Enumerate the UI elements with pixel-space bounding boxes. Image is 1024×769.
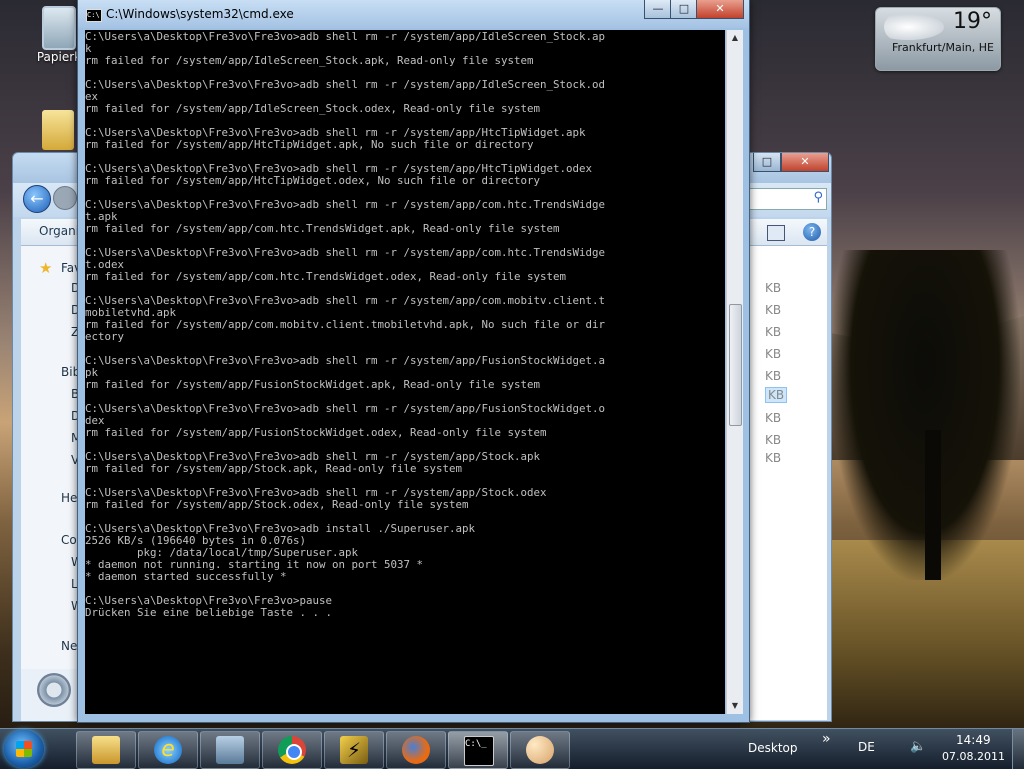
file-size: KB <box>765 433 782 447</box>
gear-icon <box>37 673 71 707</box>
weather-temperature: 19° <box>953 9 992 34</box>
file-size: KB <box>765 451 782 465</box>
file-size-selected: KB <box>765 387 788 403</box>
taskbar-explorer-button[interactable] <box>76 731 136 769</box>
scroll-up-arrow-icon[interactable]: ▲ <box>727 30 743 46</box>
start-button[interactable] <box>4 730 44 768</box>
clock-time[interactable]: 14:49 <box>956 733 991 747</box>
scrollbar-thumb[interactable] <box>729 304 742 426</box>
command-prompt-icon: C:\_ <box>464 736 494 766</box>
back-arrow-icon[interactable]: ← <box>23 185 51 213</box>
clock-date[interactable]: 07.08.2011 <box>942 750 1005 763</box>
explorer-maximize-button[interactable]: □ <box>753 153 781 172</box>
taskbar-paint-button[interactable] <box>510 731 570 769</box>
language-indicator[interactable]: DE <box>858 740 875 754</box>
explorer-file-list[interactable] <box>743 246 827 720</box>
cloud-icon <box>884 14 944 40</box>
firefox-icon <box>402 736 430 764</box>
search-icon[interactable]: ⚲ <box>813 190 823 205</box>
forward-arrow-icon[interactable] <box>53 186 77 210</box>
recycle-bin-icon <box>42 6 76 50</box>
taskbar-chrome-button[interactable] <box>262 731 322 769</box>
organize-button[interactable]: Organi <box>39 224 79 238</box>
cmd-window-title: C:\Windows\system32\cmd.exe <box>106 7 294 21</box>
explorer-search-input[interactable]: ⚲ <box>749 188 827 210</box>
weather-gadget[interactable]: 19° Frankfurt/Main, HE <box>875 7 1001 71</box>
file-size: KB <box>765 347 782 361</box>
wallpaper-tree-trunk <box>925 430 941 580</box>
cmd-close-button[interactable]: ✕ <box>696 0 744 19</box>
console-output-text: C:\Users\a\Desktop\Fre3vo\Fre3vo>adb she… <box>85 30 606 619</box>
nav-item-homegroup[interactable]: He <box>61 491 77 505</box>
cmd-maximize-button[interactable]: □ <box>670 0 698 19</box>
winamp-icon: ⚡ <box>340 736 368 764</box>
cmd-minimize-button[interactable]: — <box>644 0 672 19</box>
nav-item-network[interactable]: Ne <box>61 639 77 653</box>
chrome-icon <box>278 736 306 764</box>
computer-icon <box>216 736 244 764</box>
taskbar-ie-button[interactable]: e <box>138 731 198 769</box>
help-icon[interactable]: ? <box>803 223 821 241</box>
preview-pane-icon[interactable] <box>767 225 785 241</box>
console-output-area[interactable]: C:\Users\a\Desktop\Fre3vo\Fre3vo>adb she… <box>85 30 725 714</box>
file-size: KB <box>765 303 782 317</box>
weather-location: Frankfurt/Main, HE <box>892 41 994 54</box>
file-size: KB <box>765 325 782 339</box>
cmd-scrollbar[interactable]: ▲ ▼ <box>726 30 743 714</box>
file-size: KB <box>765 411 782 425</box>
file-size: KB <box>765 281 782 295</box>
taskbar-winamp-button[interactable]: ⚡ <box>324 731 384 769</box>
taskbar: e ⚡ C:\_ Desktop » DE 🔈 14:49 07.08.2011 <box>0 728 1024 769</box>
folder-icon <box>42 110 74 150</box>
scroll-down-arrow-icon[interactable]: ▼ <box>727 698 743 714</box>
internet-explorer-icon: e <box>154 736 182 764</box>
taskbar-computer-button[interactable] <box>200 731 260 769</box>
folder-desktop-icon[interactable] <box>38 110 78 150</box>
volume-icon[interactable]: 🔈 <box>910 739 926 754</box>
taskbar-firefox-button[interactable] <box>386 731 446 769</box>
favorites-star-icon: ★ <box>39 259 53 277</box>
folder-icon <box>92 736 120 764</box>
nav-item-computer[interactable]: Co <box>61 533 77 547</box>
toolbar-expand-chevron-icon[interactable]: » <box>822 731 831 747</box>
paint-palette-icon <box>526 736 554 764</box>
file-size: KB <box>765 369 782 383</box>
desktop-toolbar-label[interactable]: Desktop <box>748 741 798 755</box>
show-desktop-button[interactable] <box>1012 729 1024 769</box>
windows-logo-icon <box>16 741 32 757</box>
taskbar-cmd-button[interactable]: C:\_ <box>448 731 508 769</box>
cmd-icon: C:\ <box>86 9 102 22</box>
explorer-close-button[interactable]: ✕ <box>781 153 829 172</box>
cmd-window[interactable]: C:\ C:\Windows\system32\cmd.exe — □ ✕ C:… <box>77 0 750 723</box>
